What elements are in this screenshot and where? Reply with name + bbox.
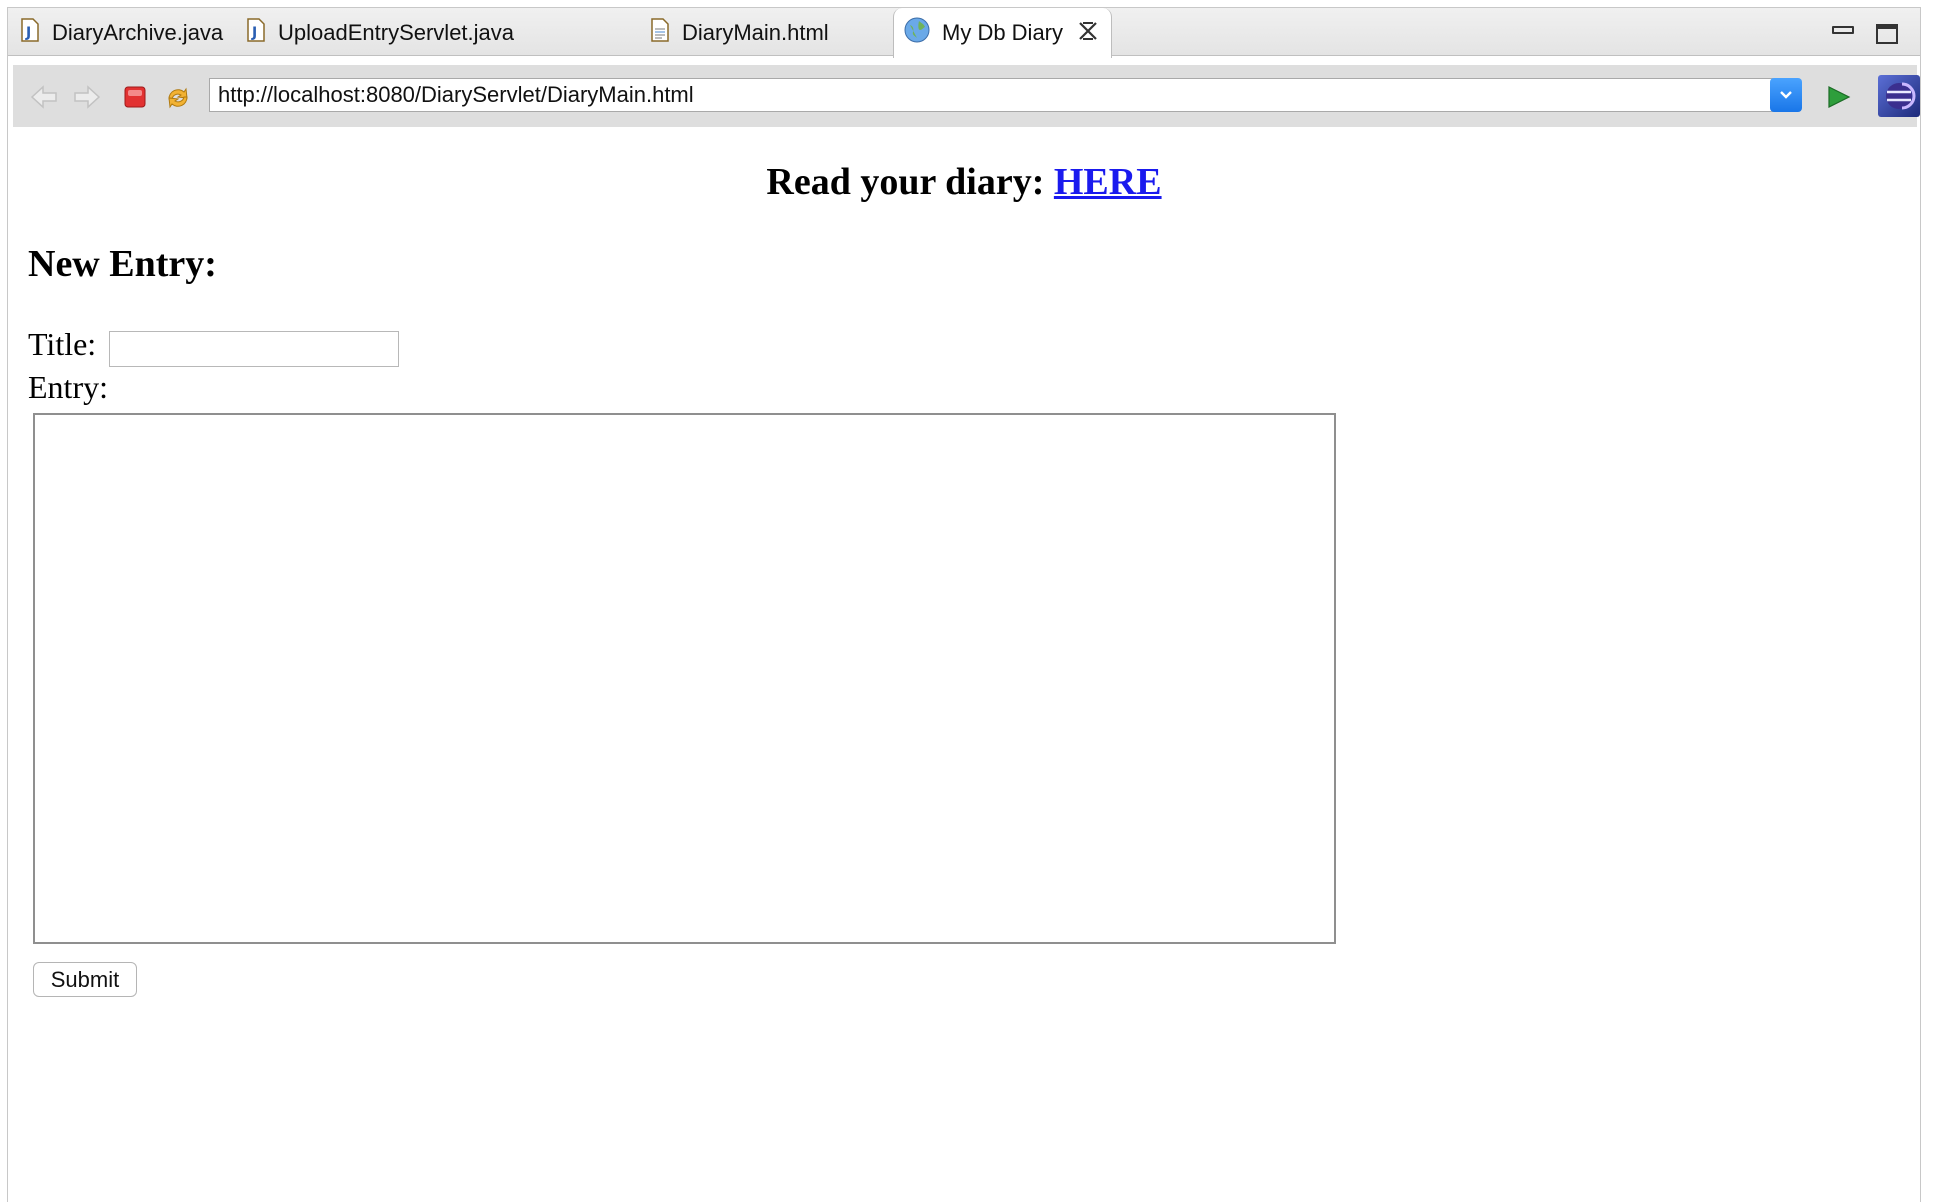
svg-text:J: J xyxy=(25,25,31,41)
svg-text:J: J xyxy=(251,25,257,41)
forward-arrow-icon[interactable] xyxy=(72,83,102,111)
browser-toolbar xyxy=(13,65,1920,127)
new-entry-heading: New Entry: xyxy=(28,243,217,285)
tab-my-db-diary[interactable]: My Db Diary xyxy=(893,8,1113,58)
globe-icon xyxy=(904,17,930,49)
tab-diaryarchive-java[interactable]: J DiaryArchive.java xyxy=(20,8,223,57)
tab-label: DiaryArchive.java xyxy=(52,19,224,45)
entry-label: Entry: xyxy=(28,369,108,405)
read-diary-line: Read your diary: HERE xyxy=(8,160,1920,204)
title-label: Title: xyxy=(28,326,97,362)
maximize-icon[interactable] xyxy=(1876,24,1898,44)
java-file-icon: J xyxy=(20,17,40,48)
minimize-icon[interactable] xyxy=(1832,26,1854,34)
tab-label: UploadEntryServlet.java xyxy=(278,19,515,45)
browser-window: J DiaryArchive.java J UploadEntryServlet… xyxy=(7,7,1921,1202)
entry-textarea[interactable] xyxy=(33,413,1336,944)
submit-button[interactable]: Submit xyxy=(33,962,137,997)
tab-diarymain-html[interactable]: DiaryMain.html xyxy=(650,8,829,57)
back-arrow-icon[interactable] xyxy=(29,83,59,111)
editor-tab-bar: J DiaryArchive.java J UploadEntryServlet… xyxy=(8,7,1920,58)
eclipse-logo-icon xyxy=(1878,75,1920,117)
tab-label: My Db Diary xyxy=(942,20,1064,45)
refresh-icon[interactable] xyxy=(163,83,193,111)
java-file-icon: J xyxy=(246,17,266,48)
html-file-icon xyxy=(650,17,670,48)
read-diary-label: Read your diary: xyxy=(766,161,1045,203)
title-input[interactable] xyxy=(109,331,399,367)
url-input[interactable] xyxy=(209,78,1794,112)
go-play-icon[interactable] xyxy=(1823,83,1853,111)
chevron-down-icon xyxy=(1780,91,1792,99)
url-history-dropdown[interactable] xyxy=(1770,78,1802,112)
stop-icon[interactable] xyxy=(120,83,150,111)
read-diary-link[interactable]: HERE xyxy=(1054,161,1162,203)
close-tab-icon[interactable] xyxy=(1077,20,1099,47)
tab-label: DiaryMain.html xyxy=(682,19,829,45)
page-content: Read your diary: HERE New Entry: Title: … xyxy=(8,128,1920,1202)
tab-uploadentryservlet-java[interactable]: J UploadEntryServlet.java xyxy=(246,8,514,57)
